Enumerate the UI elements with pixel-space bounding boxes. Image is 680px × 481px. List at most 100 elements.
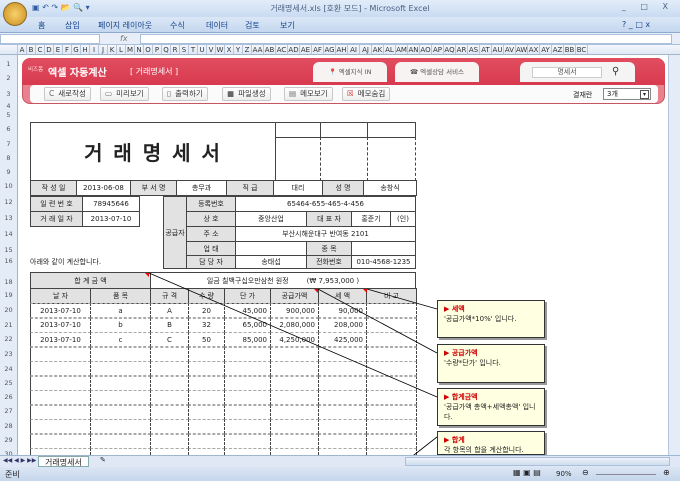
item-header[interactable]: 비 고: [366, 288, 417, 304]
item-cell[interactable]: 425,000: [318, 332, 367, 347]
approval-sign-cell[interactable]: [320, 137, 368, 181]
fx-icon[interactable]: fx: [120, 34, 128, 43]
row-header[interactable]: 14: [0, 230, 17, 238]
empty-cell[interactable]: [150, 404, 189, 420]
address-value[interactable]: 부산시해운대구 반여동 2101: [235, 226, 416, 242]
empty-cell[interactable]: [150, 433, 189, 449]
excel-consult-link[interactable]: ☎ 엑셀상담 서비스: [395, 62, 479, 82]
header-label[interactable]: 성 명: [322, 180, 364, 196]
empty-cell[interactable]: [150, 419, 189, 434]
column-header[interactable]: F: [63, 45, 72, 54]
item-header[interactable]: 규 격: [150, 288, 189, 304]
column-header[interactable]: AA: [252, 45, 264, 54]
column-header[interactable]: AP: [432, 45, 444, 54]
column-header[interactable]: Y: [234, 45, 243, 54]
office-button[interactable]: [3, 2, 27, 26]
total-label[interactable]: 합 계 금 액: [30, 272, 151, 289]
approval-sign-cell[interactable]: [275, 137, 321, 181]
empty-cell[interactable]: [30, 390, 91, 405]
column-header[interactable]: S: [180, 45, 189, 54]
row-header[interactable]: 9: [0, 168, 17, 176]
tab-data[interactable]: 데이터: [206, 20, 228, 31]
empty-cell[interactable]: [224, 361, 271, 376]
item-cell[interactable]: 208,000: [318, 317, 367, 333]
empty-cell[interactable]: [30, 375, 91, 391]
empty-cell[interactable]: [90, 361, 151, 376]
row-header[interactable]: 21: [0, 321, 17, 329]
empty-cell[interactable]: [224, 404, 271, 420]
empty-cell[interactable]: [224, 390, 271, 405]
empty-cell[interactable]: [30, 433, 91, 449]
preview-button[interactable]: ▭ 미리보기: [100, 87, 149, 101]
column-header[interactable]: AC: [276, 45, 288, 54]
column-header[interactable]: AK: [372, 45, 384, 54]
help-icon[interactable]: ? _ □ x: [622, 20, 650, 29]
serial-value[interactable]: 78945646: [82, 196, 140, 212]
empty-cell[interactable]: [318, 361, 367, 376]
empty-cell[interactable]: [188, 433, 225, 449]
empty-cell[interactable]: [270, 433, 319, 449]
item-cell[interactable]: 32: [188, 317, 225, 333]
column-header[interactable]: BC: [576, 45, 588, 54]
empty-cell[interactable]: [150, 390, 189, 405]
row-header[interactable]: 20: [0, 306, 17, 314]
row-header[interactable]: 12: [0, 198, 17, 206]
empty-cell[interactable]: [270, 375, 319, 391]
empty-cell[interactable]: [188, 390, 225, 405]
item-header[interactable]: 날 자: [30, 288, 91, 304]
empty-cell[interactable]: [366, 375, 417, 391]
empty-cell[interactable]: [270, 390, 319, 405]
phone-label[interactable]: 전화번호: [306, 255, 352, 269]
business-type-label[interactable]: 업 태: [186, 241, 236, 256]
row-header[interactable]: 7: [0, 140, 17, 148]
zoom-in-icon[interactable]: ⊕: [663, 468, 670, 477]
item-cell[interactable]: 65,000: [224, 317, 271, 333]
empty-cell[interactable]: [270, 419, 319, 434]
item-header[interactable]: 세 액: [318, 288, 367, 304]
row-header[interactable]: 19: [0, 291, 17, 299]
column-header[interactable]: AS: [468, 45, 480, 54]
rep-value[interactable]: 홍준기: [351, 211, 391, 227]
column-header[interactable]: AZ: [552, 45, 564, 54]
empty-cell[interactable]: [188, 375, 225, 391]
item-cell[interactable]: [366, 303, 417, 318]
column-header[interactable]: L: [117, 45, 126, 54]
tab-view[interactable]: 보기: [280, 20, 295, 31]
item-cell[interactable]: [366, 317, 417, 333]
item-cell[interactable]: a: [90, 303, 151, 318]
column-header[interactable]: Z: [243, 45, 252, 54]
search-input[interactable]: 명세서: [532, 67, 602, 78]
empty-cell[interactable]: [150, 375, 189, 391]
business-item-label[interactable]: 종 목: [306, 241, 352, 256]
item-cell[interactable]: 2013-07-10: [30, 332, 91, 347]
company-label[interactable]: 상 호: [186, 211, 236, 227]
empty-cell[interactable]: [318, 433, 367, 449]
create-file-button[interactable]: ■ 파일생성: [222, 87, 271, 101]
empty-cell[interactable]: [90, 375, 151, 391]
column-header[interactable]: M: [126, 45, 135, 54]
business-type-value[interactable]: [235, 241, 307, 256]
empty-cell[interactable]: [224, 375, 271, 391]
column-header[interactable]: AB: [264, 45, 276, 54]
column-header[interactable]: P: [153, 45, 162, 54]
tab-page-layout[interactable]: 페이지 레이아웃: [98, 20, 152, 31]
column-header[interactable]: AI: [348, 45, 360, 54]
column-header[interactable]: W: [216, 45, 225, 54]
column-header[interactable]: BB: [564, 45, 576, 54]
empty-cell[interactable]: [224, 346, 271, 362]
item-cell[interactable]: 85,000: [224, 332, 271, 347]
column-header[interactable]: B: [27, 45, 36, 54]
excel-knowledge-link[interactable]: 📍 엑셀지식 IN: [313, 62, 387, 82]
tab-review[interactable]: 검토: [245, 20, 260, 31]
reg-value[interactable]: 65464-655-465-4-456: [235, 196, 416, 212]
column-header[interactable]: AX: [528, 45, 540, 54]
name-box[interactable]: [0, 34, 100, 44]
empty-cell[interactable]: [366, 404, 417, 420]
item-header[interactable]: 수 량: [188, 288, 225, 304]
column-header[interactable]: AF: [312, 45, 324, 54]
item-cell[interactable]: b: [90, 317, 151, 333]
item-header[interactable]: 공급가액: [270, 288, 319, 304]
empty-cell[interactable]: [188, 346, 225, 362]
empty-cell[interactable]: [270, 404, 319, 420]
quick-access-toolbar[interactable]: ▣ ↶ ↷ 📂 🔍 ▾: [32, 3, 90, 12]
